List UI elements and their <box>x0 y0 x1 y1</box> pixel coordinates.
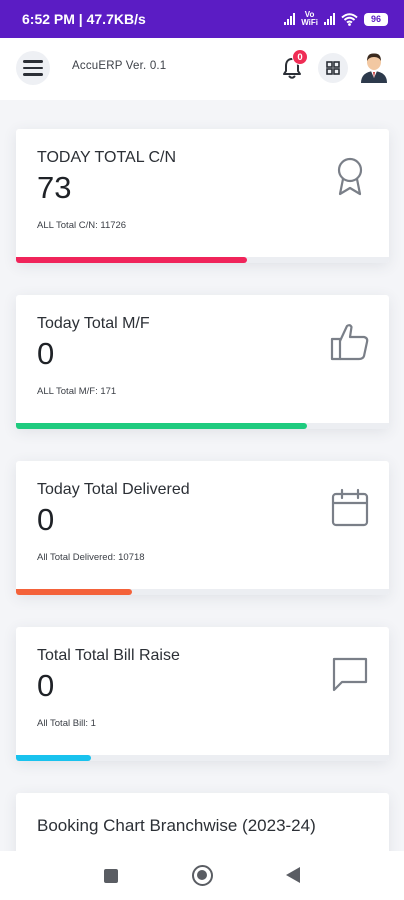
battery-icon: 96 <box>364 12 388 26</box>
progress-track <box>16 589 389 595</box>
card-title: TODAY TOTAL C/N <box>37 149 176 166</box>
stat-card-bill[interactable]: Total Total Bill Raise 0 All Total Bill:… <box>16 627 389 761</box>
card-value: 73 <box>37 170 72 205</box>
app-title: AccuERP Ver. 0.1 <box>72 60 167 72</box>
card-subtitle: ALL Total C/N: 11726 <box>37 220 127 231</box>
recents-button[interactable] <box>104 869 118 883</box>
progress-fill <box>16 589 132 595</box>
card-title: Today Total M/F <box>37 315 150 332</box>
card-value: 0 <box>37 668 55 703</box>
system-nav-bar <box>0 851 404 900</box>
message-icon <box>332 657 368 692</box>
card-title: Total Total Bill Raise <box>37 647 180 664</box>
progress-track <box>16 257 389 263</box>
progress-fill <box>16 755 91 761</box>
card-title: Today Total Delivered <box>37 481 190 498</box>
signal-icon-2 <box>324 13 335 25</box>
progress-track <box>16 755 389 761</box>
app-header: AccuERP Ver. 0.1 0 <box>0 38 404 100</box>
home-button[interactable] <box>192 865 213 886</box>
award-icon <box>337 157 363 196</box>
card-subtitle: ALL Total M/F: 171 <box>37 386 117 397</box>
stat-card-mf[interactable]: Today Total M/F 0 ALL Total M/F: 171 <box>16 295 389 429</box>
back-button[interactable] <box>286 867 300 883</box>
vowifi-icon: Vo WiFi <box>301 10 318 27</box>
status-time-speed: 6:52 PM | 47.7KB/s <box>22 11 146 27</box>
hamburger-menu-icon[interactable] <box>16 51 50 85</box>
calendar-icon <box>331 488 369 527</box>
progress-track <box>16 423 389 429</box>
card-subtitle: All Total Bill: 1 <box>37 718 96 729</box>
stat-card-delivered[interactable]: Today Total Delivered 0 All Total Delive… <box>16 461 389 595</box>
status-bar: 6:52 PM | 47.7KB/s Vo WiFi 96 <box>0 0 404 38</box>
status-icons: Vo WiFi 96 <box>284 11 388 27</box>
notification-badge: 0 <box>292 49 308 65</box>
user-avatar[interactable] <box>359 51 389 83</box>
signal-icon <box>284 13 296 25</box>
thumbs-up-icon <box>330 324 369 361</box>
chart-section-title: Booking Chart Branchwise (2023-24) <box>37 816 316 835</box>
card-value: 0 <box>37 502 55 537</box>
progress-fill <box>16 423 307 429</box>
stat-card-cn[interactable]: TODAY TOTAL C/N 73 ALL Total C/N: 11726 <box>16 129 389 263</box>
progress-fill <box>16 257 248 263</box>
card-value: 0 <box>37 336 55 371</box>
card-subtitle: All Total Delivered: 10718 <box>37 552 145 563</box>
wifi-icon <box>341 12 358 26</box>
grid-icon[interactable] <box>318 53 348 83</box>
